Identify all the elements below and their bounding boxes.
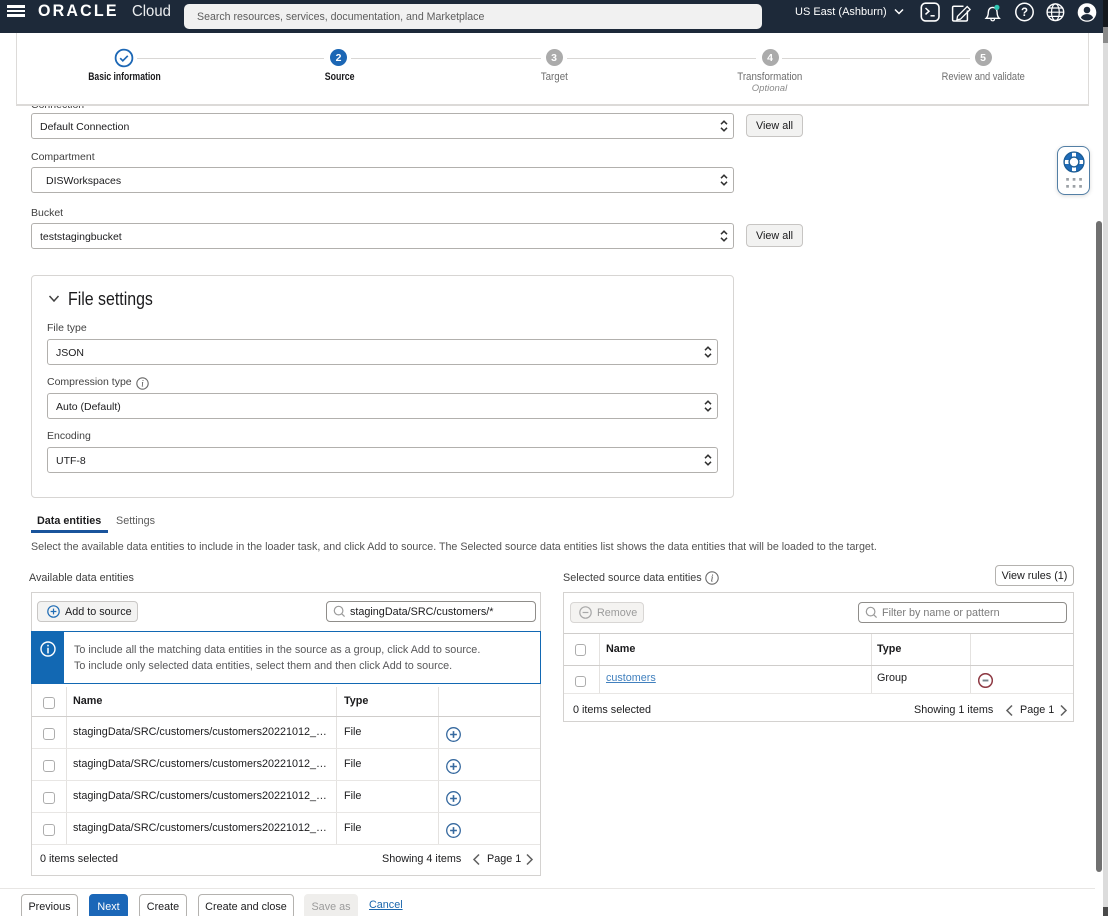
svg-text:i: i [142,379,145,389]
svg-text:i: i [710,573,713,584]
svg-text:?: ? [1021,7,1028,19]
